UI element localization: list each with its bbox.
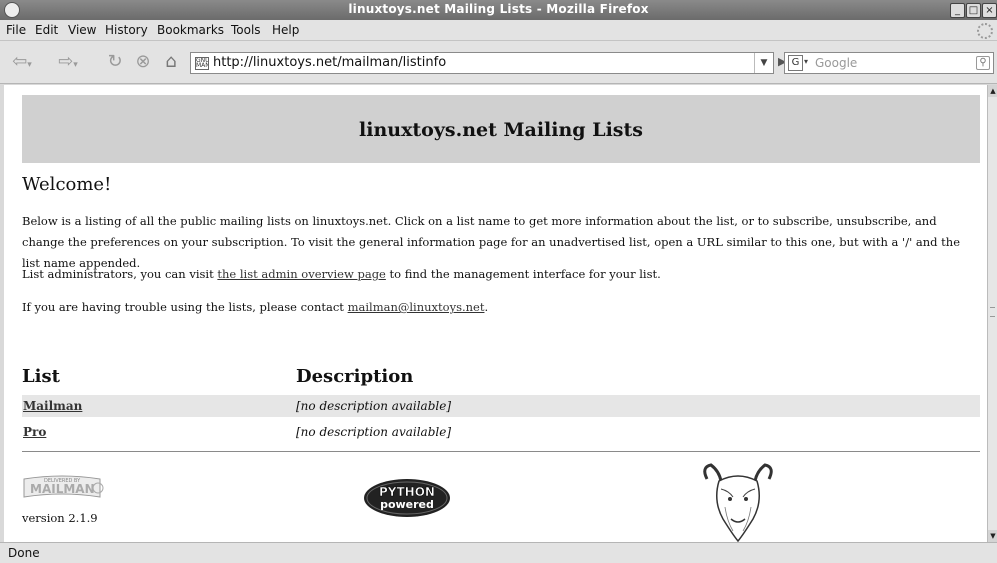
description-column-header: Description <box>296 366 414 387</box>
window-title: linuxtoys.net Mailing Lists - Mozilla Fi… <box>348 2 649 16</box>
list-name-link[interactable]: Pro <box>23 425 46 439</box>
forward-button[interactable]: ⇨▾ <box>54 51 82 73</box>
scroll-grip[interactable] <box>990 307 995 317</box>
search-engine-dropdown-icon[interactable]: ▾ <box>804 57 808 66</box>
mailman-version: version 2.1.9 <box>22 511 98 525</box>
contact-paragraph: If you are having trouble using the list… <box>22 300 489 314</box>
list-name-link[interactable]: Mailman <box>23 399 82 413</box>
page-title: linuxtoys.net Mailing Lists <box>359 119 643 141</box>
stop-icon[interactable]: ⊗ <box>132 51 154 73</box>
list-description: [no description available] <box>296 425 452 439</box>
python-powered-logo[interactable]: PYTHON powered <box>362 477 452 519</box>
contact-email-link[interactable]: mailman@linuxtoys.net <box>348 300 485 314</box>
navigation-toolbar: ⇦▾ ⇨▾ ↻ ⊗ ⌂ GNU MAN http://linuxtoys.net… <box>0 41 997 84</box>
url-bar[interactable]: GNU MAN http://linuxtoys.net/mailman/lis… <box>190 52 774 74</box>
reload-icon[interactable]: ↻ <box>104 51 126 73</box>
python-logo-top-text: PYTHON <box>379 485 435 499</box>
vertical-scrollbar[interactable]: ▲ ▼ <box>987 85 997 542</box>
url-dropdown-icon[interactable]: ▼ <box>754 53 773 73</box>
gnu-head-logo[interactable] <box>697 461 779 542</box>
close-button[interactable]: × <box>982 3 997 18</box>
page-content: linuxtoys.net Mailing Lists Welcome! Bel… <box>4 85 987 542</box>
list-row: Mailman [no description available] <box>22 395 980 417</box>
list-column-header: List <box>22 366 60 387</box>
menu-view[interactable]: View <box>68 23 96 37</box>
scroll-up-icon[interactable]: ▲ <box>988 85 997 97</box>
admin-overview-link[interactable]: the list admin overview page <box>217 267 385 281</box>
menu-help[interactable]: Help <box>272 23 299 37</box>
status-bar: Done <box>0 542 997 563</box>
admin-paragraph: List administrators, you can visit the l… <box>22 267 661 281</box>
home-icon[interactable]: ⌂ <box>160 51 182 73</box>
search-engine-icon[interactable]: G <box>788 55 803 71</box>
status-text: Done <box>8 546 40 560</box>
page-header: linuxtoys.net Mailing Lists <box>22 95 980 163</box>
throbber-icon <box>977 23 993 39</box>
menu-bar: File Edit View History Bookmarks Tools H… <box>0 20 997 41</box>
url-input[interactable]: http://linuxtoys.net/mailman/listinfo <box>213 55 446 70</box>
minimize-button[interactable]: _ <box>950 3 965 18</box>
intro-paragraph: Below is a listing of all the public mai… <box>22 214 960 270</box>
window-titlebar: linuxtoys.net Mailing Lists - Mozilla Fi… <box>0 0 997 20</box>
menu-history[interactable]: History <box>105 23 148 37</box>
maximize-button[interactable]: □ <box>966 3 981 18</box>
search-icon[interactable]: ⚲ <box>976 56 990 70</box>
menu-tools[interactable]: Tools <box>231 23 261 37</box>
list-row: Pro [no description available] <box>22 421 980 443</box>
site-favicon-icon: GNU MAN <box>195 57 209 70</box>
menu-file[interactable]: File <box>6 23 26 37</box>
list-description: [no description available] <box>296 399 452 413</box>
search-box[interactable]: G ▾ Google ⚲ <box>784 52 994 74</box>
search-input[interactable]: Google <box>815 56 857 70</box>
mailman-logo[interactable]: DELIVERED BY MAILMAN <box>22 471 106 505</box>
welcome-heading: Welcome! <box>22 174 112 195</box>
menu-bookmarks[interactable]: Bookmarks <box>157 23 224 37</box>
mailman-logo-text: MAILMAN <box>30 482 95 496</box>
scroll-down-icon[interactable]: ▼ <box>988 530 997 542</box>
back-button[interactable]: ⇦▾ <box>8 51 36 73</box>
python-logo-bottom-text: powered <box>380 498 434 511</box>
menu-edit[interactable]: Edit <box>35 23 58 37</box>
footer-divider <box>22 451 980 452</box>
